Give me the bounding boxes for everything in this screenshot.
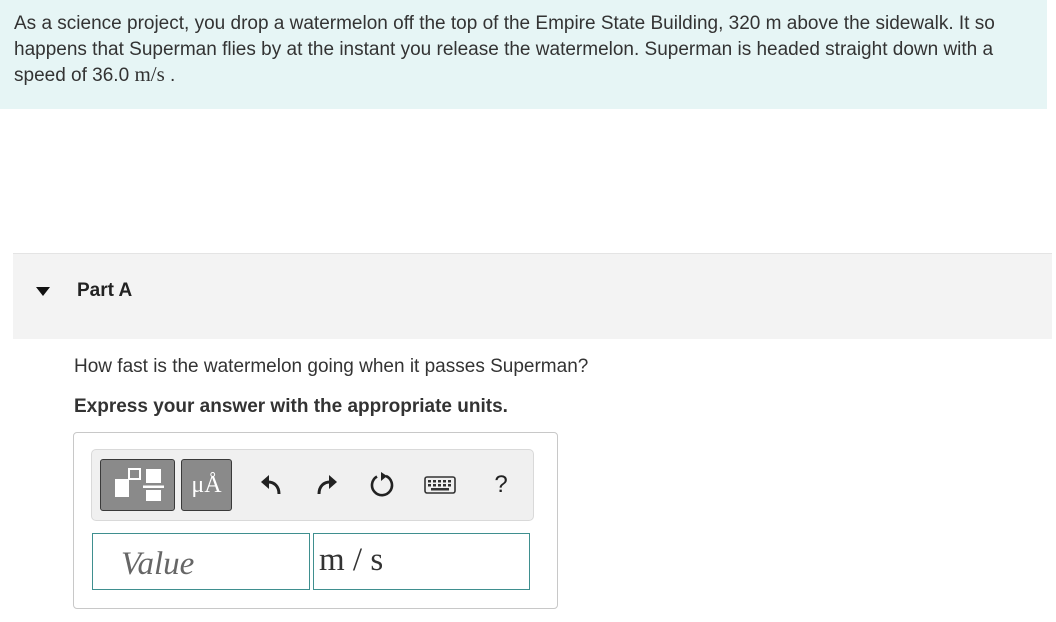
units-field[interactable]: m / s	[313, 533, 530, 590]
units-button[interactable]: μÅ	[181, 459, 232, 511]
value-input[interactable]	[92, 533, 310, 590]
help-button[interactable]: ?	[484, 464, 518, 506]
math-toolbar: μÅ ?	[91, 449, 534, 521]
problem-statement: As a science project, you drop a waterme…	[0, 0, 1047, 109]
part-title: Part A	[77, 280, 133, 301]
reset-icon	[370, 472, 394, 497]
help-icon: ?	[494, 471, 508, 498]
units-label: μÅ	[191, 472, 222, 498]
problem-text-end: .	[164, 65, 176, 86]
question-text: How fast is the watermelon going when it…	[74, 356, 589, 377]
collapse-caret-icon[interactable]	[36, 287, 50, 296]
answer-panel: μÅ ? Value m / s	[73, 432, 558, 609]
keyboard-button[interactable]	[421, 464, 459, 506]
speed-unit: m/s	[134, 62, 165, 86]
templates-icon	[115, 468, 164, 501]
templates-button[interactable]	[100, 459, 175, 511]
redo-icon	[317, 475, 337, 495]
undo-button[interactable]	[255, 464, 289, 506]
undo-icon	[261, 475, 281, 495]
reset-button[interactable]	[365, 464, 399, 506]
keyboard-icon	[424, 476, 456, 494]
part-a-header[interactable]: Part A	[13, 253, 1052, 339]
redo-button[interactable]	[310, 464, 344, 506]
answer-instruction: Express your answer with the appropriate…	[74, 396, 508, 417]
